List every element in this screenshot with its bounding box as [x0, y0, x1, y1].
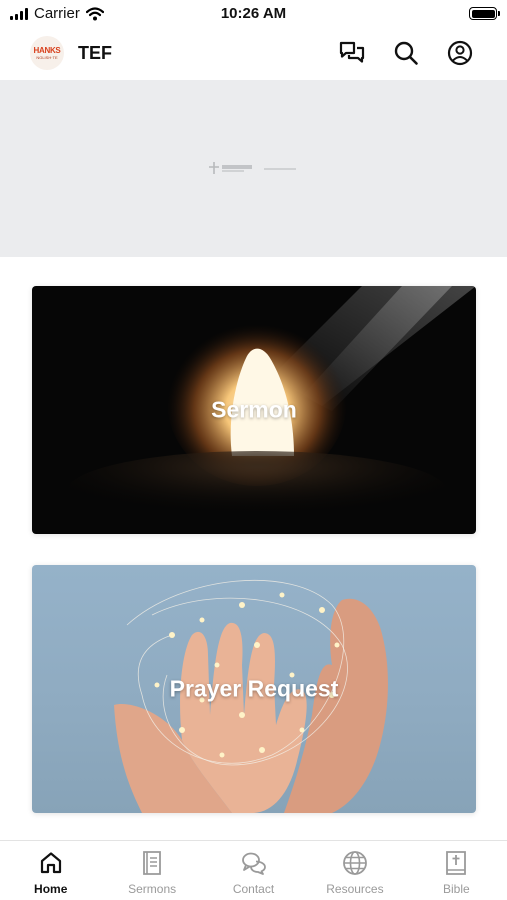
book-icon	[143, 851, 162, 875]
tab-resources-label: Resources	[326, 882, 384, 896]
chat-bubbles-icon	[339, 41, 365, 63]
prayer-request-card[interactable]: Prayer Request	[32, 565, 476, 813]
tab-contact-label: Contact	[232, 882, 275, 896]
tab-bible[interactable]: Bible	[406, 841, 507, 900]
tab-bible-label: Bible	[442, 882, 470, 896]
app-header: HANKS NGLISH·TE TEF	[0, 28, 507, 80]
status-bar: Carrier 10:26 AM	[0, 0, 507, 28]
tab-bar: Home Sermons Contact Resources Bible	[0, 840, 507, 900]
status-time: 10:26 AM	[220, 5, 287, 22]
home-icon	[40, 852, 61, 874]
sermon-card[interactable]: Sermon	[32, 286, 476, 534]
globe-icon	[343, 851, 367, 875]
banner-logo-mark	[209, 162, 296, 174]
search-icon	[394, 41, 418, 65]
prayer-request-card-label: Prayer Request	[169, 675, 339, 702]
chat-bubbles-icon	[241, 852, 266, 875]
messages-button[interactable]	[337, 38, 367, 68]
search-button[interactable]	[391, 38, 421, 68]
tab-sermons-label: Sermons	[128, 882, 177, 896]
app-logo[interactable]: HANKS NGLISH·TE	[30, 36, 64, 70]
logo-text: HANKS	[33, 45, 61, 55]
bible-icon	[446, 851, 467, 875]
tab-home-label: Home	[34, 882, 68, 896]
logo-subtext: NGLISH·TE	[36, 54, 58, 60]
tab-sermons[interactable]: Sermons	[101, 841, 202, 900]
account-icon	[447, 40, 473, 66]
battery-icon	[469, 7, 500, 20]
tab-home[interactable]: Home	[0, 841, 101, 900]
tab-resources[interactable]: Resources	[304, 841, 405, 900]
app-title: TEF	[78, 43, 112, 63]
account-button[interactable]	[445, 38, 475, 68]
tab-contact[interactable]: Contact	[203, 841, 304, 900]
sermon-card-label: Sermon	[211, 396, 297, 423]
